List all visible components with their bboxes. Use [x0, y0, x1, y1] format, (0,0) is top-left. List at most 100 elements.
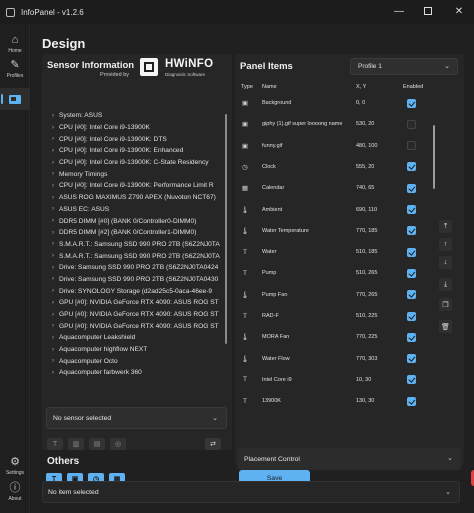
chevron-right-icon[interactable]: ›: [47, 370, 59, 376]
sensor-tree-item[interactable]: › CPU [#0]: Intel Core i9-13900K: [47, 122, 221, 134]
sensor-tree-item[interactable]: › Memory Timings: [47, 168, 221, 180]
panel-item-row[interactable]: ▣ funny.gif 480, 100: [240, 136, 440, 156]
chevron-right-icon[interactable]: ›: [47, 171, 59, 177]
enabled-checkbox[interactable]: [407, 205, 416, 214]
sensor-tree-scrollbar[interactable]: [225, 114, 227, 344]
enabled-checkbox[interactable]: [407, 290, 416, 300]
panel-item-row[interactable]: T Pump 510, 265: [240, 263, 440, 283]
enabled-checkbox[interactable]: [407, 226, 416, 236]
enabled-checkbox[interactable]: [407, 396, 416, 406]
panel-items-scrollbar[interactable]: [433, 125, 435, 189]
duplicate-button[interactable]: ❐: [439, 298, 452, 311]
sensor-tree-item[interactable]: › DDR5 DIMM [#0] (BANK 0/Controller0-DIMM…: [47, 215, 221, 227]
move-up-button[interactable]: ↑: [439, 238, 452, 251]
chevron-right-icon[interactable]: ›: [47, 160, 59, 166]
panel-item-row[interactable]: ▦ Calendar 740, 65: [240, 178, 440, 198]
panel-item-row[interactable]: 🌡 Water Flow 770, 303: [240, 349, 440, 369]
panel-item-row[interactable]: 🌡 Ambient 690, 110: [240, 200, 440, 220]
sensor-tree-item[interactable]: › GPU [#0]: NVIDIA GeForce RTX 4090: ASUS…: [47, 320, 221, 332]
chevron-right-icon[interactable]: ›: [47, 125, 59, 131]
chevron-right-icon[interactable]: ›: [47, 335, 59, 341]
close-button[interactable]: ✕: [446, 0, 472, 22]
sensor-tree-item[interactable]: › Aquacomputer Octo: [47, 355, 221, 367]
profile-select[interactable]: Profile 1 ⌄: [350, 58, 458, 75]
panel-item-row[interactable]: ▣ giphy (1).gif super loooong name 530, 20: [240, 114, 440, 134]
enabled-checkbox[interactable]: [407, 162, 416, 172]
nav-settings[interactable]: ⚙ Settings: [0, 456, 30, 476]
panel-item-row[interactable]: T 13900K 130, 30: [240, 391, 440, 411]
sensor-tree-item[interactable]: › S.M.A.R.T.: Samsung SSD 990 PRO 2TB (S6…: [47, 239, 221, 251]
panel-item-row[interactable]: T RAD-F 510, 225: [240, 306, 440, 326]
delete-button[interactable]: 🗑: [439, 320, 452, 333]
sensor-tree-item[interactable]: › Drive: SYNOLOGY Storage (d2ad25c5-0aca-…: [47, 285, 221, 297]
move-down-button[interactable]: ↓: [439, 256, 452, 269]
sensor-tree-item[interactable]: › CPU [#0]: Intel Core i9-13900K: DTS: [47, 133, 221, 145]
chevron-right-icon[interactable]: ›: [47, 323, 59, 329]
add-bar-sensor-button[interactable]: ▥: [68, 438, 84, 450]
add-text-sensor-button[interactable]: T: [47, 438, 63, 450]
minimize-button[interactable]: —: [386, 0, 412, 22]
sensor-tree-item[interactable]: › Drive: Samsung SSD 990 PRO 2TB (S6Z2NJ0…: [47, 274, 221, 286]
chevron-right-icon[interactable]: ›: [47, 230, 59, 236]
enabled-checkbox[interactable]: [407, 311, 416, 321]
chevron-right-icon[interactable]: ›: [47, 276, 59, 282]
enabled-checkbox[interactable]: [407, 268, 416, 278]
add-graph-sensor-button[interactable]: ▤: [89, 438, 105, 450]
nav-profiles[interactable]: ✎ Profiles: [0, 59, 30, 79]
sensor-tree-item[interactable]: › GPU [#0]: NVIDIA GeForce RTX 4090: ASUS…: [47, 309, 221, 321]
sensor-tree-item[interactable]: › Aquacomputer Leakshield: [47, 332, 221, 344]
move-bottom-button[interactable]: ⤓: [439, 278, 452, 291]
chevron-right-icon[interactable]: ›: [47, 206, 59, 212]
panel-item-row[interactable]: ◷ Clock 555, 20: [240, 157, 440, 177]
sensor-tree-item[interactable]: › CPU [#0]: Intel Core i9-13900K: Enhance…: [47, 145, 221, 157]
sensor-tree-item[interactable]: › DDR5 DIMM [#2] (BANK 0/Controller1-DIMM…: [47, 227, 221, 239]
enabled-checkbox[interactable]: [407, 247, 416, 257]
enabled-checkbox[interactable]: [407, 98, 416, 108]
nav-design[interactable]: [0, 88, 30, 110]
swap-sensor-button[interactable]: ⇄: [205, 438, 221, 450]
enabled-checkbox[interactable]: [407, 332, 416, 342]
chevron-right-icon[interactable]: ›: [47, 195, 59, 201]
move-top-button[interactable]: ⤒: [439, 220, 452, 233]
chevron-right-icon[interactable]: ›: [47, 148, 59, 154]
chevron-right-icon[interactable]: ›: [47, 347, 59, 353]
add-gauge-sensor-button[interactable]: ◎: [110, 438, 126, 450]
chevron-right-icon[interactable]: ›: [47, 241, 59, 247]
chevron-right-icon[interactable]: ›: [47, 288, 59, 294]
chevron-right-icon[interactable]: ›: [47, 265, 59, 271]
chevron-right-icon[interactable]: ›: [47, 183, 59, 189]
chevron-right-icon[interactable]: ›: [47, 312, 59, 318]
chevron-right-icon[interactable]: ›: [47, 218, 59, 224]
maximize-button[interactable]: [415, 0, 441, 22]
enabled-checkbox[interactable]: [407, 119, 416, 129]
sensor-tree-item[interactable]: › S.M.A.R.T.: Samsung SSD 990 PRO 2TB (S6…: [47, 250, 221, 262]
chevron-right-icon[interactable]: ›: [47, 253, 59, 259]
enabled-checkbox[interactable]: [407, 183, 416, 193]
panel-item-row[interactable]: T Intel Core i9 10, 30: [240, 370, 440, 390]
panel-item-row[interactable]: 🌡 MORA Fan 770, 225: [240, 327, 440, 347]
panel-item-row[interactable]: ▣ Background 0, 0: [240, 93, 440, 113]
nav-about[interactable]: ⓘ About: [0, 482, 30, 502]
chevron-right-icon[interactable]: ›: [47, 136, 59, 142]
sensor-tree-item[interactable]: › Aquacomputer farbwerk 360: [47, 367, 221, 379]
sensor-tree-item[interactable]: › ASUS EC: ASUS: [47, 204, 221, 216]
enabled-checkbox[interactable]: [407, 141, 416, 151]
nav-home[interactable]: ⌂ Home: [0, 34, 30, 54]
chevron-right-icon[interactable]: ›: [47, 113, 59, 119]
panel-item-row[interactable]: 🌡 Pump Fan 770, 265: [240, 285, 440, 305]
chevron-right-icon[interactable]: ›: [47, 358, 59, 364]
sensor-tree-item[interactable]: › Aquacomputer highflow NEXT: [47, 344, 221, 356]
sensor-tree-item[interactable]: › CPU [#0]: Intel Core i9-13900K: Perform…: [47, 180, 221, 192]
placement-control[interactable]: Placement Control ⌄: [238, 448, 461, 470]
enabled-checkbox[interactable]: [407, 375, 416, 385]
panel-item-row[interactable]: T Water 510, 185: [240, 242, 440, 262]
sensor-tree-item[interactable]: › ASUS ROG MAXIMUS Z790 APEX (Nuvoton NCT…: [47, 192, 221, 204]
panel-item-row[interactable]: 🌡 Water Temperature 770, 185: [240, 221, 440, 241]
item-select[interactable]: No item selected ⌄: [42, 481, 460, 503]
sensor-tree-item[interactable]: › Drive: Samsung SSD 990 PRO 2TB (S6Z2NJ0…: [47, 262, 221, 274]
sensor-tree-item[interactable]: › GPU [#0]: NVIDIA GeForce RTX 4090: ASUS…: [47, 297, 221, 309]
enabled-checkbox[interactable]: [407, 354, 416, 364]
sensor-select[interactable]: No sensor selected ⌄: [46, 407, 227, 429]
sensor-tree-item[interactable]: › CPU [#0]: Intel Core i9-13900K: C-State…: [47, 157, 221, 169]
sensor-tree-item[interactable]: › System: ASUS: [47, 110, 221, 122]
